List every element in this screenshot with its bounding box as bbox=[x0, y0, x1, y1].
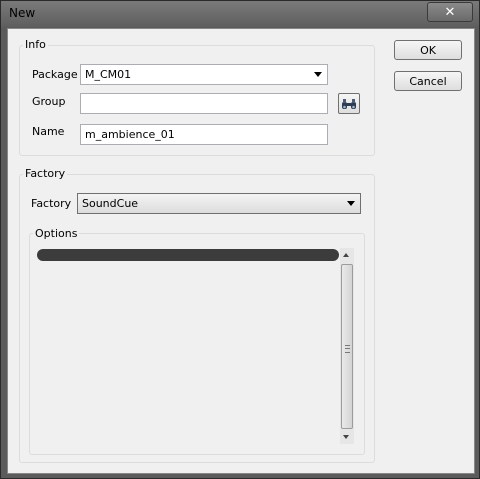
name-label: Name bbox=[32, 125, 65, 138]
group-label: Group bbox=[32, 95, 66, 108]
ok-button[interactable]: OK bbox=[394, 40, 462, 60]
factory-group-label: Factory bbox=[23, 167, 68, 180]
find-package-button[interactable] bbox=[338, 93, 360, 114]
cancel-button[interactable]: Cancel bbox=[394, 71, 462, 91]
info-group-label: Info bbox=[23, 38, 48, 51]
scrollbar-thumb[interactable] bbox=[341, 264, 353, 429]
binoculars-icon bbox=[342, 98, 356, 109]
chevron-down-icon bbox=[314, 72, 322, 77]
scroll-up-arrow-icon[interactable] bbox=[343, 253, 349, 257]
options-category-bar[interactable] bbox=[37, 249, 339, 261]
package-dropdown[interactable]: M_CM01 bbox=[80, 64, 328, 85]
grip-icon bbox=[345, 345, 350, 353]
name-field[interactable]: m_ambience_01 bbox=[80, 124, 328, 145]
package-label: Package bbox=[32, 68, 78, 81]
title-bar[interactable]: New ✕ bbox=[1, 1, 479, 27]
chevron-down-icon bbox=[347, 201, 355, 206]
close-button[interactable]: ✕ bbox=[427, 2, 473, 22]
options-property-panel[interactable] bbox=[34, 246, 355, 446]
group-field[interactable] bbox=[80, 93, 328, 114]
factory-label: Factory bbox=[31, 197, 72, 210]
dialog-window: New ✕ Info Package M_CM01 Group Name m_a… bbox=[0, 0, 480, 479]
package-value: M_CM01 bbox=[85, 68, 132, 81]
window-title: New bbox=[9, 6, 36, 20]
options-scrollbar[interactable] bbox=[340, 248, 354, 444]
factory-value: SoundCue bbox=[82, 197, 139, 210]
close-icon: ✕ bbox=[444, 4, 456, 20]
factory-dropdown[interactable]: SoundCue bbox=[77, 193, 361, 214]
options-group-label: Options bbox=[33, 227, 80, 240]
scroll-down-arrow-icon[interactable] bbox=[343, 435, 349, 439]
